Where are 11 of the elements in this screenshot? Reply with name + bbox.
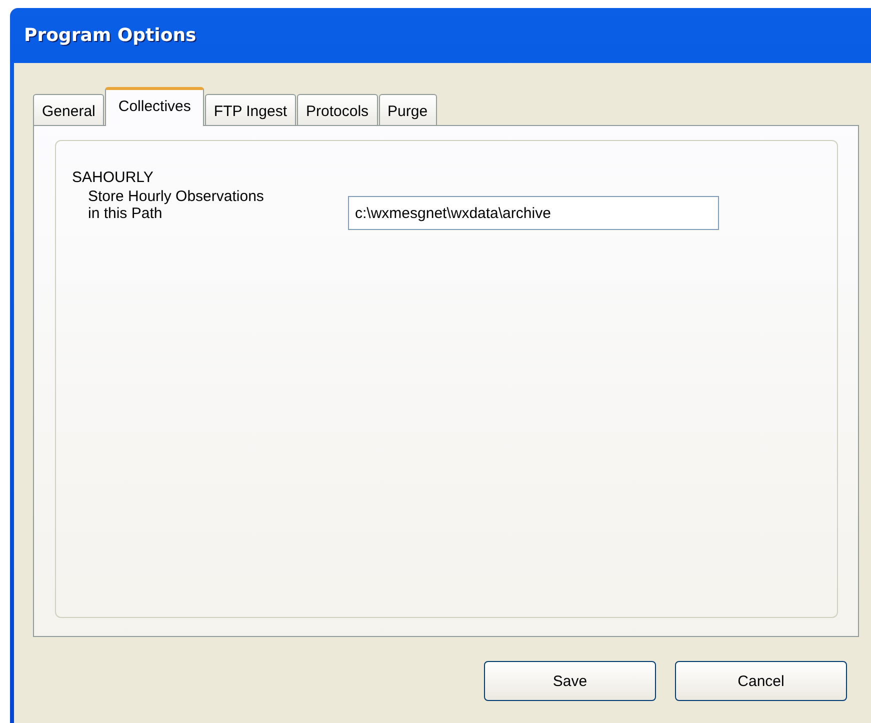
tab[interactable]: FTP Ingest xyxy=(204,94,296,125)
tab[interactable]: Purge xyxy=(378,94,437,125)
window-title: Program Options xyxy=(24,25,196,46)
tab[interactable]: General xyxy=(33,94,104,125)
section-heading: SAHOURLY xyxy=(72,169,154,186)
dialog-button[interactable]: Save xyxy=(484,661,656,701)
field-label: Store Hourly Observations in this Path xyxy=(88,188,265,222)
path-field[interactable]: c:\wxmesgnet\wxdata\archive xyxy=(348,196,719,230)
tab[interactable]: Protocols xyxy=(297,94,378,125)
tab[interactable]: Collectives xyxy=(105,87,204,126)
dialog-button[interactable]: Cancel xyxy=(675,661,847,701)
